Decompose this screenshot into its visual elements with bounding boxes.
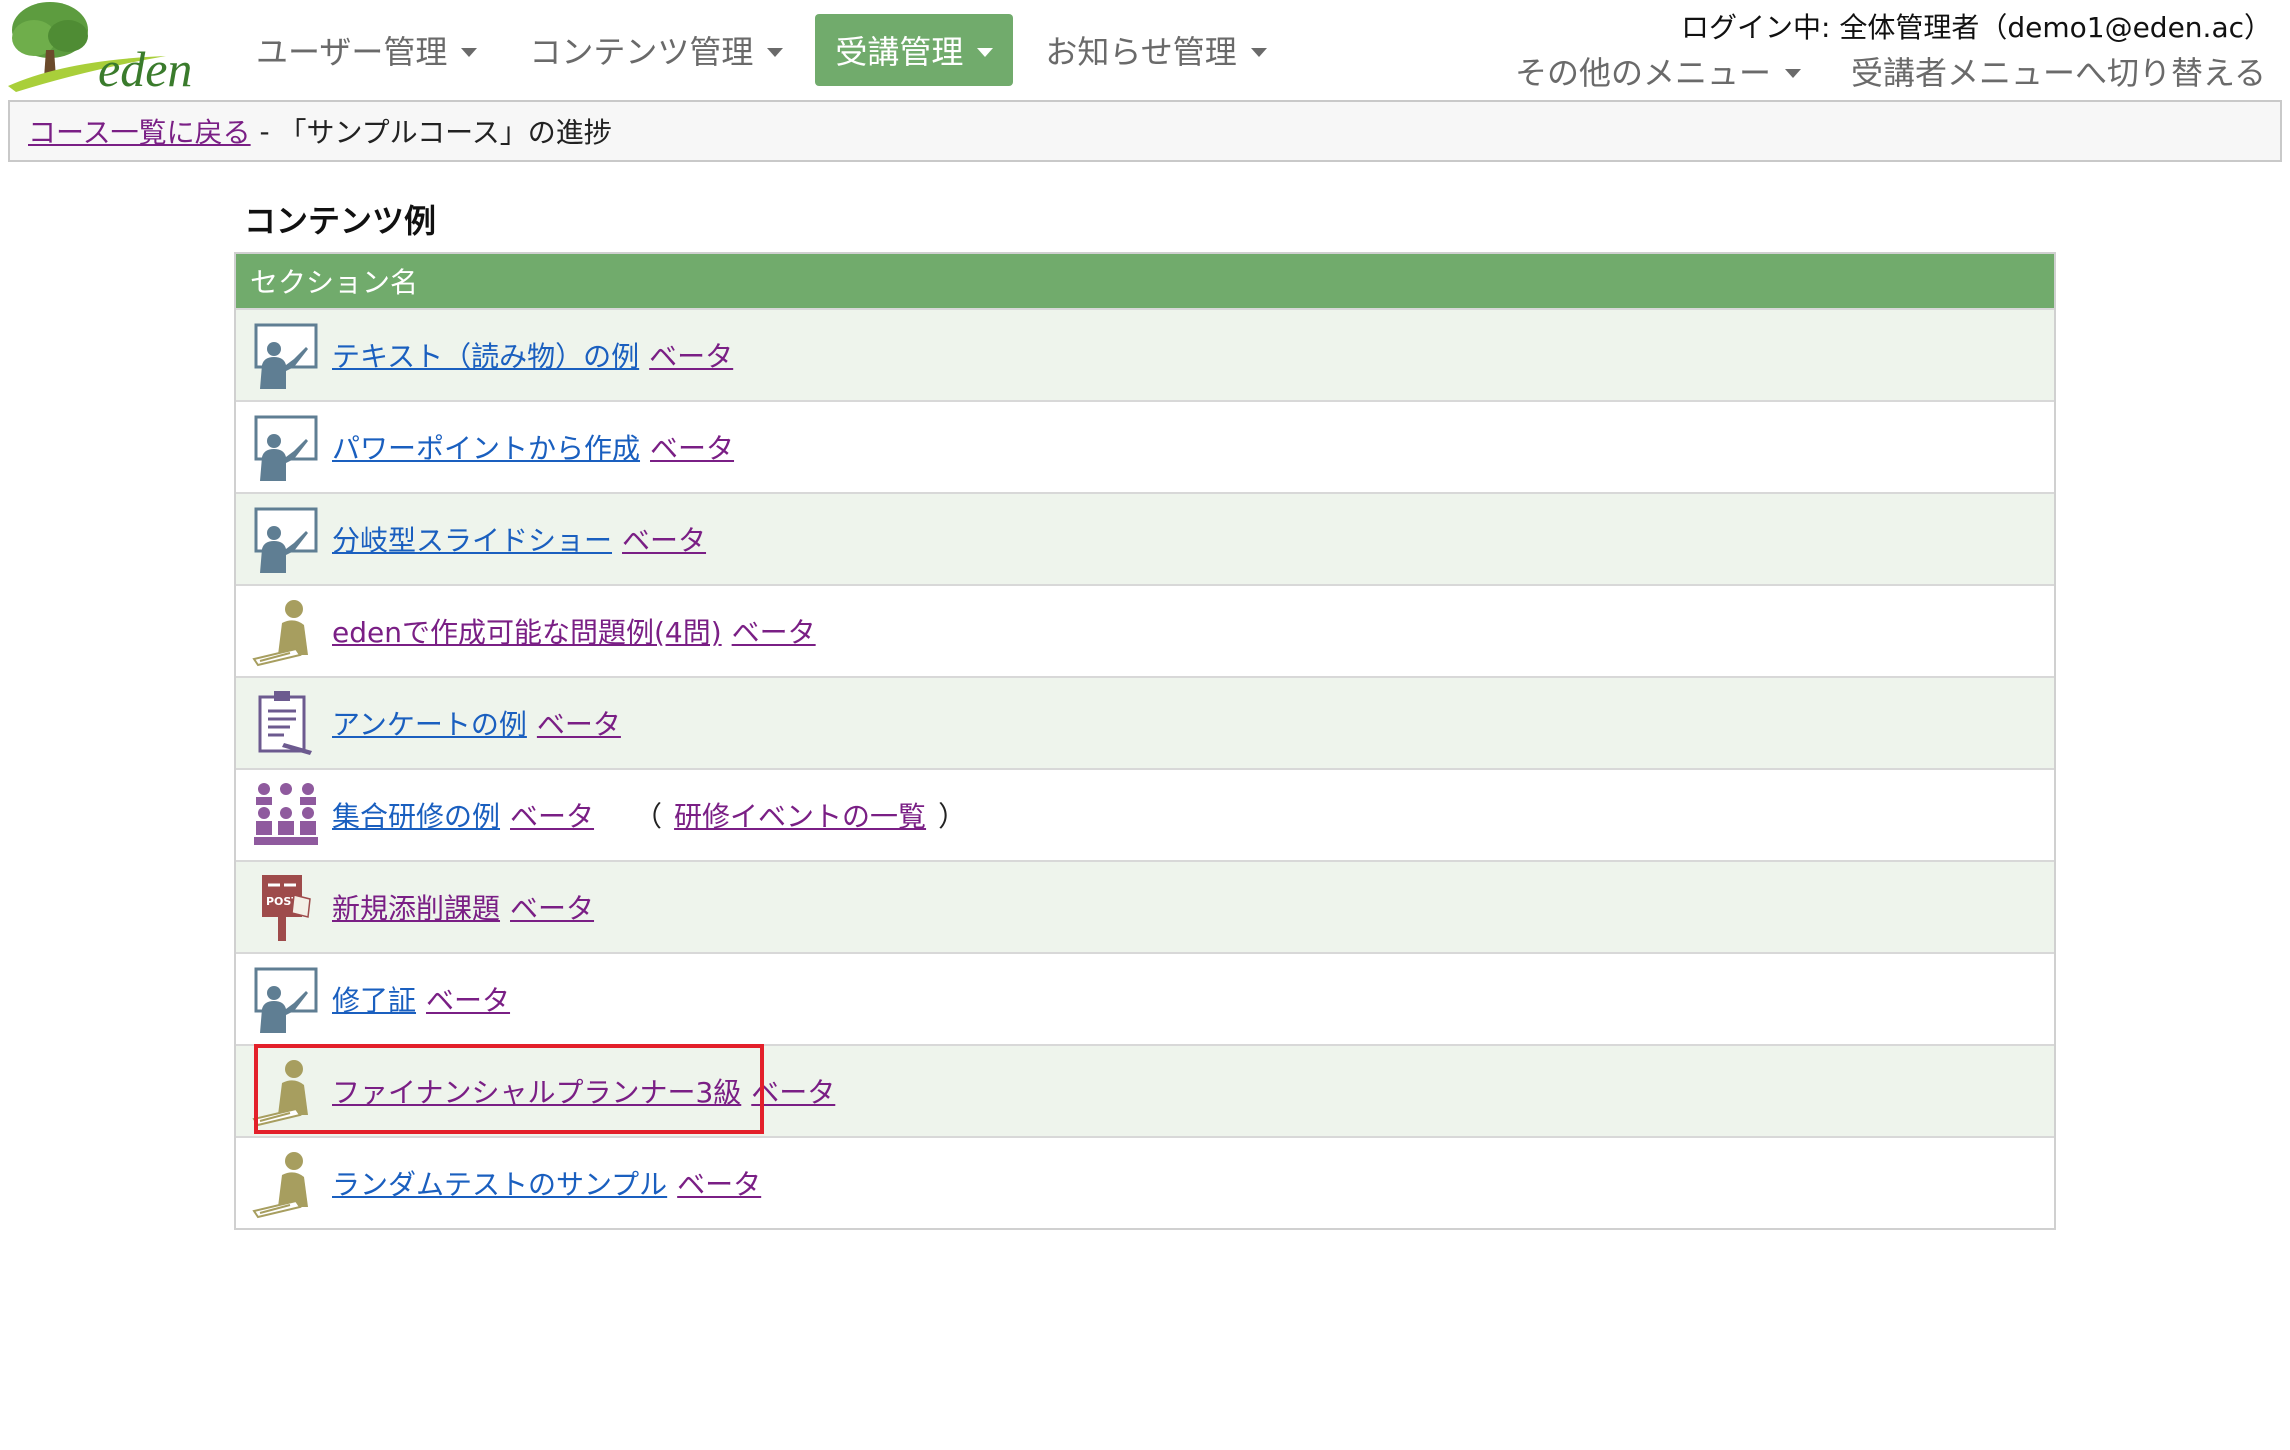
event-paren-open: （ <box>634 800 663 833</box>
caret-down-icon <box>1784 68 1801 78</box>
teacher-board-icon <box>250 503 322 575</box>
switch-to-learner-menu[interactable]: 受講者メニューへ切り替える <box>1851 48 2266 94</box>
clipboard-survey-icon <box>250 687 322 759</box>
section-row: テキスト（読み物）の例 ベータ <box>236 308 2054 400</box>
beta-link[interactable]: ベータ <box>650 427 734 467</box>
svg-text:eden: eden <box>98 41 192 96</box>
section-table: セクション名 テキスト（読み物）の例 ベータ パワーポイントから作成 ベータ 分岐型スラ… <box>234 252 2056 1230</box>
teacher-board-icon <box>250 319 322 391</box>
section-link[interactable]: ファイナンシャルプランナー3級 <box>332 1071 741 1111</box>
section-row: POST 新規添削課題 ベータ <box>236 860 2054 952</box>
nav-content-management[interactable]: コンテンツ管理 <box>509 14 803 86</box>
user-menu: その他のメニュー 受講者メニューへ切り替える <box>1515 48 2266 94</box>
event-paren-close: ） <box>938 800 967 833</box>
breadcrumb-current: 「サンプルコース」の進捗 <box>278 116 612 149</box>
beta-link[interactable]: ベータ <box>622 519 706 559</box>
caret-down-icon <box>461 47 478 57</box>
test-taker-icon <box>250 595 322 667</box>
group-training-icon <box>250 779 322 851</box>
section-row: edenで作成可能な問題例(4問) ベータ <box>236 584 2054 676</box>
breadcrumb: コース一覧に戻る - 「サンプルコース」の進捗 <box>8 100 2282 162</box>
section-link[interactable]: パワーポイントから作成 <box>332 427 640 467</box>
beta-link[interactable]: ベータ <box>510 887 594 927</box>
event-list-link[interactable]: 研修イベントの一覧 <box>674 800 926 833</box>
section-row: 分岐型スライドショー ベータ <box>236 492 2054 584</box>
section-link[interactable]: 修了証 <box>332 979 416 1019</box>
post-box-icon: POST <box>250 871 322 943</box>
section-link[interactable]: 分岐型スライドショー <box>332 519 612 559</box>
beta-link[interactable]: ベータ <box>649 335 733 375</box>
teacher-board-icon <box>250 963 322 1035</box>
section-row: パワーポイントから作成 ベータ <box>236 400 2054 492</box>
section-rows: テキスト（読み物）の例 ベータ パワーポイントから作成 ベータ 分岐型スライドショー ベー… <box>236 308 2054 1228</box>
beta-link[interactable]: ベータ <box>426 979 510 1019</box>
section-row: 修了証 ベータ <box>236 952 2054 1044</box>
section-row: アンケートの例 ベータ <box>236 676 2054 768</box>
caret-down-icon <box>1250 47 1267 57</box>
section-link[interactable]: テキスト（読み物）の例 <box>332 335 639 375</box>
table-header: セクション名 <box>236 254 2054 308</box>
back-to-course-list-link[interactable]: コース一覧に戻る <box>28 111 251 151</box>
test-taker-icon <box>250 1147 322 1219</box>
beta-link[interactable]: ベータ <box>510 795 594 835</box>
test-taker-icon <box>250 1055 322 1127</box>
section-link[interactable]: edenで作成可能な問題例(4問) <box>332 611 722 651</box>
section-link[interactable]: 新規添削課題 <box>332 887 500 927</box>
nav-notice-management[interactable]: お知らせ管理 <box>1025 14 1286 86</box>
section-link[interactable]: ランダムテストのサンプル <box>332 1163 667 1203</box>
other-menu-dropdown[interactable]: その他のメニュー <box>1515 48 1801 94</box>
nav-user-management[interactable]: ユーザー管理 <box>236 14 497 86</box>
breadcrumb-separator: - <box>250 114 279 148</box>
caret-down-icon <box>767 47 784 57</box>
section-link[interactable]: アンケートの例 <box>332 703 527 743</box>
main-nav: ユーザー管理 コンテンツ管理 受講管理 お知らせ管理 <box>236 14 1299 86</box>
caret-down-icon <box>977 47 994 57</box>
section-link[interactable]: 集合研修の例 <box>332 795 500 835</box>
login-info: ログイン中: 全体管理者（demo1@eden.ac） <box>1681 11 2272 44</box>
page-title: コンテンツ例 <box>244 202 437 240</box>
teacher-board-icon <box>250 411 322 483</box>
nav-course-management[interactable]: 受講管理 <box>815 14 1014 86</box>
event-list-group: （ 研修イベントの一覧 ） <box>634 795 966 835</box>
beta-link[interactable]: ベータ <box>537 703 621 743</box>
section-row: ファイナンシャルプランナー3級 ベータ <box>236 1044 2054 1136</box>
beta-link[interactable]: ベータ <box>732 611 816 651</box>
section-row: 集合研修の例 ベータ （ 研修イベントの一覧 ） <box>236 768 2054 860</box>
beta-link[interactable]: ベータ <box>677 1163 761 1203</box>
beta-link[interactable]: ベータ <box>751 1071 835 1111</box>
eden-logo[interactable]: eden <box>6 0 216 96</box>
section-row: ランダムテストのサンプル ベータ <box>236 1136 2054 1228</box>
